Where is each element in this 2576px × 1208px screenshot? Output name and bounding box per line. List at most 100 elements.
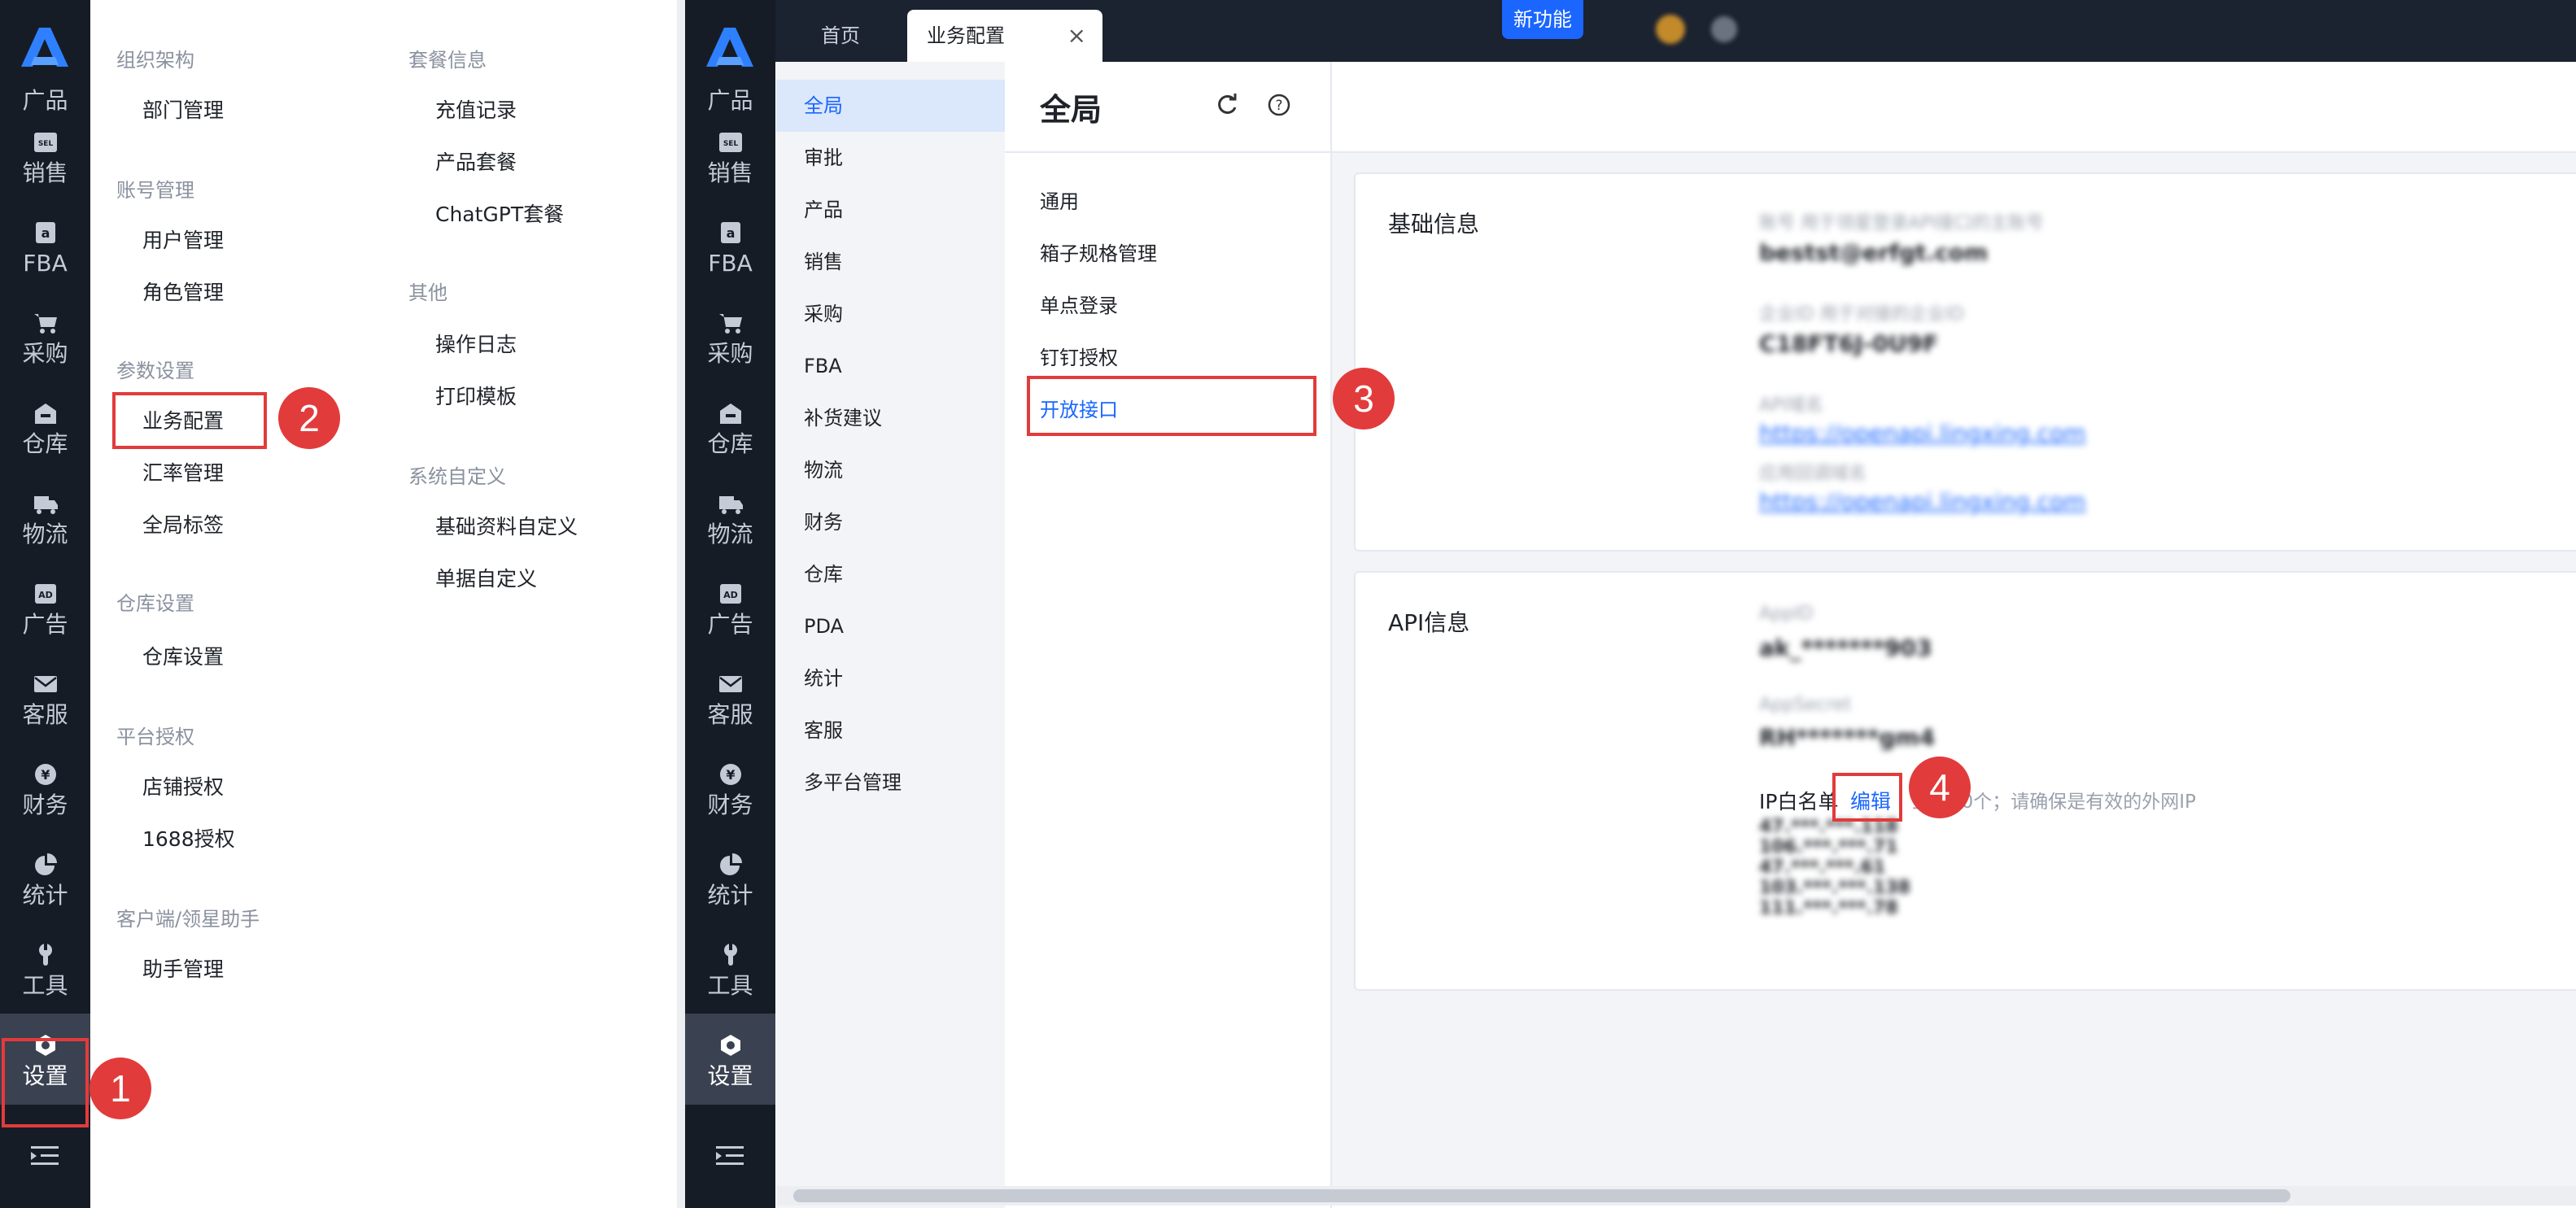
right-nav-sales[interactable]: SEL 销售 [685,111,775,202]
left-nav-sales[interactable]: SEL 销售 [0,111,90,202]
svg-text:a: a [41,225,50,241]
left-nav-truck[interactable]: 物流 [0,472,90,563]
new-feature-badge[interactable]: 新功能 [1502,0,1583,39]
collapse-menu-icon[interactable] [29,1144,60,1168]
left-nav-fba[interactable]: a FBA [0,201,90,292]
fba-icon: a [717,220,744,245]
menu-link[interactable]: 单据自定义 [435,563,537,592]
right-nav-settings[interactable]: 设置 [685,1014,775,1105]
svg-text:SEL: SEL [723,140,739,148]
menu-link[interactable]: 用户管理 [142,225,224,254]
menu-link[interactable]: 打印模板 [435,381,517,410]
fba-icon: a [32,220,59,245]
left-nav-yen[interactable]: ¥ 财务 [0,743,90,834]
right-nav-mail[interactable]: 客服 [685,652,775,744]
right-nav-pie-chart[interactable]: 统计 [685,833,775,924]
svg-text:AD: AD [723,590,738,600]
tab-home[interactable]: 首页 [821,10,860,62]
tab-business-config[interactable]: 业务配置 × [907,10,1102,62]
config-category-item[interactable]: 统计 [776,652,1005,704]
horizontal-scrollbar[interactable] [777,1186,2576,1206]
config-category-item[interactable]: 采购 [776,288,1005,340]
screen-divider [677,0,685,1208]
menu-link[interactable]: 1688授权 [142,823,235,853]
nav-label: FBA [708,250,753,277]
step-3-highlight [1027,376,1316,436]
menu-link[interactable]: 汇率管理 [142,457,224,486]
refresh-icon[interactable] [1215,93,1239,117]
config-category-item[interactable]: 物流 [776,444,1005,496]
menu-link[interactable]: 基础资料自定义 [435,511,578,540]
right-nav-truck[interactable]: 物流 [685,472,775,563]
collapse-menu-icon[interactable] [714,1144,745,1168]
ad-icon: AD [717,582,744,606]
account-label: 账号 用于领星登录API接口的主账号 [1759,213,2044,233]
right-nav-cart[interactable]: 采购 [685,291,775,382]
user-avatar-icon[interactable] [1656,15,1685,44]
appid-label: AppID [1759,604,1814,624]
left-nav-mail[interactable]: 客服 [0,652,90,744]
help-icon[interactable]: ? [1267,93,1291,117]
left-nav-warehouse[interactable]: 仓库 [0,382,90,473]
panel-nav-item[interactable]: 箱子规格管理 [1040,238,1157,266]
config-category-item[interactable]: FBA [776,340,1005,392]
menu-group-title: 仓库设置 [116,592,194,615]
account-icon[interactable] [1711,16,1737,42]
config-category-item[interactable]: 补货建议 [776,392,1005,444]
config-category-item[interactable]: 财务 [776,496,1005,548]
menu-link[interactable]: 部门管理 [142,94,224,124]
menu-link[interactable]: 产品套餐 [435,146,517,176]
api-domain-link[interactable]: https://openapi.lingxing.com [1759,420,2086,447]
sales-icon: SEL [717,130,744,155]
right-nav-wrench[interactable]: 工具 [685,923,775,1014]
config-category-item[interactable]: 审批 [776,132,1005,184]
config-category-item[interactable]: 全局 [776,80,1005,132]
menu-link[interactable]: 角色管理 [142,277,224,306]
menu-link[interactable]: 仓库设置 [142,641,224,670]
svg-text:¥: ¥ [41,767,50,783]
right-nav-yen[interactable]: ¥ 财务 [685,743,775,834]
menu-group-title: 客户端/领星助手 [116,908,260,931]
callback-domain-link[interactable]: https://openapi.lingxing.com [1759,488,2086,515]
account-value: bestst@erfgt.com [1759,239,1989,266]
config-category-item[interactable]: 多平台管理 [776,757,1005,809]
menu-link[interactable]: 全局标签 [142,509,224,539]
right-nav-ad[interactable]: AD 广告 [685,562,775,653]
config-category-item[interactable]: 产品 [776,184,1005,236]
step-1-marker: 1 [90,1058,151,1119]
step-2-marker: 2 [278,387,340,449]
panel-nav-item[interactable]: 通用 [1040,185,1079,214]
left-nav-ad[interactable]: AD 广告 [0,562,90,653]
menu-link[interactable]: 店铺授权 [142,771,224,800]
menu-group-title: 其他 [408,281,448,304]
menu-group-title: 套餐信息 [408,49,487,72]
config-category-item[interactable]: 销售 [776,236,1005,288]
left-nav-wrench[interactable]: 工具 [0,923,90,1014]
wrench-icon [32,943,59,967]
truck-icon [32,491,59,516]
right-nav-warehouse[interactable]: 仓库 [685,382,775,473]
pie-chart-icon [32,853,59,877]
menu-link[interactable]: 充值记录 [435,94,517,124]
left-nav-cart[interactable]: 采购 [0,291,90,382]
panel-nav-item[interactable]: 单点登录 [1040,290,1118,318]
menu-link[interactable]: ChatGPT套餐 [435,198,564,228]
nav-label: 销售 [707,159,753,186]
close-icon[interactable]: × [1068,10,1086,62]
nav-label: 物流 [707,521,753,547]
menu-link[interactable]: 操作日志 [435,329,517,358]
config-category-item[interactable]: 仓库 [776,548,1005,600]
config-category-item[interactable]: PDA [776,600,1005,652]
ip-whitelist-entry: 103.***.***.138 [1759,878,1910,898]
config-category-item[interactable]: 客服 [776,704,1005,757]
nav-label: 采购 [22,340,68,367]
panel-nav-item[interactable]: 钉钉授权 [1040,342,1118,370]
menu-link[interactable]: 助手管理 [142,953,224,983]
nav-label: 设置 [707,1062,753,1089]
nav-label: 客服 [22,701,68,728]
scrollbar-thumb[interactable] [793,1189,2290,1202]
lingxing-logo-icon [706,28,753,67]
nav-label: 工具 [707,972,753,999]
left-nav-pie-chart[interactable]: 统计 [0,833,90,924]
right-nav-fba[interactable]: a FBA [685,201,775,292]
